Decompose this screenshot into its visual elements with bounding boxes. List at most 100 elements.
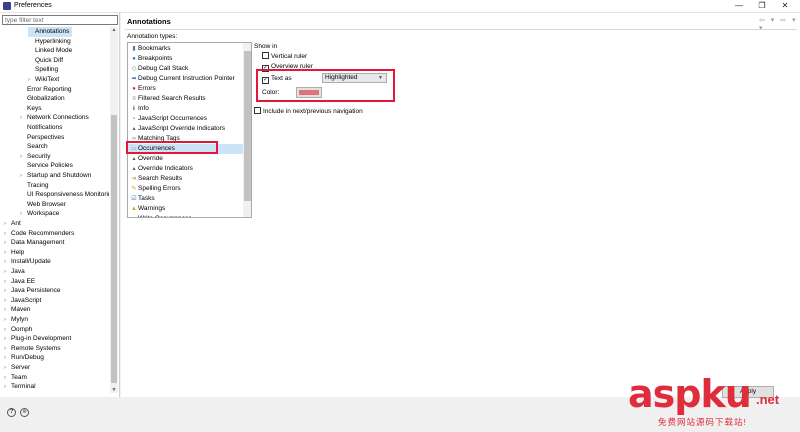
tree-item[interactable]: Hyperlinking: [28, 37, 71, 47]
tree-item[interactable]: Keys: [20, 104, 41, 114]
tree-item[interactable]: › Run/Debug: [4, 353, 44, 363]
tree-item[interactable]: › Data Management: [4, 238, 64, 248]
tree-item[interactable]: Error Reporting: [20, 85, 71, 95]
tree-item-label: Linked Mode: [35, 47, 73, 55]
tree-item[interactable]: › JavaScript: [4, 296, 41, 306]
vertical-ruler-checkbox[interactable]: [262, 52, 269, 59]
tree-item[interactable]: › Java EE: [4, 277, 35, 287]
annotation-type-item[interactable]: ▴ JavaScript Override Indicators: [128, 124, 243, 134]
annotation-type-label: Search Results: [138, 175, 183, 182]
tree-item[interactable]: › Help: [4, 248, 24, 258]
tree-item-label: Remote Systems: [11, 344, 61, 352]
tree-item-label: Team: [11, 373, 27, 381]
tree-item[interactable]: › Server: [4, 363, 30, 373]
include-navigation-checkbox[interactable]: [254, 107, 261, 114]
tree-item[interactable]: › Plug-in Development: [4, 334, 71, 344]
tree-vertical-scrollbar[interactable]: ▲ ▼: [110, 27, 118, 393]
tree-expand-icon[interactable]: ›: [20, 210, 27, 220]
tree-item-label: Perspectives: [27, 133, 65, 141]
tree-item-label: WikiText: [35, 76, 60, 83]
tree-item[interactable]: › Java Persistence: [4, 286, 61, 296]
annotation-type-label: Spelling Errors: [138, 185, 181, 192]
tree-item[interactable]: › Network Connections: [20, 113, 89, 123]
annotation-type-icon: ▴: [132, 126, 136, 132]
tree-item[interactable]: › Maven: [4, 305, 31, 315]
tree-item-label: Service Policies: [27, 162, 73, 170]
minimize-button[interactable]: —: [728, 0, 750, 13]
tree-item[interactable]: › Terminal: [4, 382, 36, 392]
scroll-up-icon[interactable]: ▲: [110, 27, 118, 33]
annotation-type-item[interactable]: ℹ Info: [128, 104, 243, 114]
annotation-type-item[interactable]: ▪Write Occurrences: [128, 214, 243, 217]
annotation-type-label: JavaScript Occurrences: [138, 115, 207, 122]
tree-item[interactable]: › Startup and Shutdown: [20, 171, 91, 181]
tree-item[interactable]: › Oomph: [4, 325, 32, 335]
scrollbar-thumb[interactable]: [111, 115, 117, 383]
annotation-type-item[interactable]: ◇ Debug Call Stack: [128, 64, 243, 74]
tree-item[interactable]: › Security: [20, 152, 50, 162]
annotation-type-item[interactable]: ▪ JavaScript Occurrences: [128, 114, 243, 124]
annotation-type-item[interactable]: ▮ Bookmarks: [128, 44, 243, 54]
tree-item[interactable]: › Team: [4, 373, 27, 383]
types-list-scrollbar[interactable]: [243, 43, 251, 217]
annotation-type-item[interactable]: ▴ Override Indicators: [128, 164, 243, 174]
tree-item[interactable]: Web Browser: [20, 200, 66, 210]
tree-item-label: Ant: [11, 220, 21, 227]
annotation-type-item[interactable]: ● Breakpoints: [128, 54, 243, 64]
tree-expand-icon[interactable]: ›: [4, 383, 11, 393]
annotation-type-item[interactable]: ➡Debug Current Instruction Pointer: [128, 74, 243, 84]
annotation-type-item[interactable]: ● Errors: [128, 84, 243, 94]
show-in-label: Show in: [254, 43, 278, 50]
tree-item[interactable]: Quick Diff: [28, 56, 63, 66]
annotation-types-list[interactable]: ▪Write Occurrences▲Warnings☑Tasks✎Spelli…: [127, 42, 252, 218]
annotation-type-icon: ≡: [132, 96, 136, 102]
scroll-down-icon[interactable]: ▼: [110, 387, 118, 393]
annotation-type-item[interactable]: ≡ Filtered Search Results: [128, 94, 243, 104]
annotation-type-item[interactable]: ▲Warnings: [128, 204, 243, 214]
annotation-type-item[interactable]: ☑Tasks: [128, 194, 243, 204]
tree-item[interactable]: › Install/Update: [4, 257, 51, 267]
watermark-logo: aspku: [628, 372, 752, 416]
annotation-type-label: Breakpoints: [138, 55, 173, 62]
window-title: Preferences: [14, 2, 52, 9]
annotation-type-label: Override Indicators: [138, 165, 193, 172]
tree-item[interactable]: › Ant: [4, 219, 21, 229]
tree-item[interactable]: UI Responsiveness Monitoring: [20, 190, 109, 200]
tree-item-label: Web Browser: [27, 200, 66, 208]
tree-item[interactable]: Search: [20, 142, 48, 152]
tree-item-label: Help: [11, 248, 25, 256]
annotation-type-label: Override: [138, 155, 163, 162]
annotation-type-item[interactable]: ✎Spelling Errors: [128, 184, 243, 194]
tree-item-label: Java: [11, 268, 25, 275]
tree-item[interactable]: › Mylyn: [4, 315, 28, 325]
tree-item[interactable]: Spelling: [28, 65, 58, 75]
types-scrollbar-thumb[interactable]: [244, 51, 251, 201]
tree-item[interactable]: Tracing: [20, 181, 48, 191]
include-navigation-option[interactable]: Include in next/previous navigation: [254, 107, 363, 116]
annotation-type-icon: ▮: [132, 46, 136, 52]
tree-item[interactable]: › WikiText: [28, 75, 59, 85]
annotation-type-icon: ◇: [131, 66, 137, 72]
tree-item[interactable]: Linked Mode: [28, 46, 72, 56]
annotation-type-icon: ✎: [131, 186, 137, 192]
close-button[interactable]: ✕: [774, 0, 796, 13]
tree-item[interactable]: › Workspace: [20, 209, 59, 219]
tree-item[interactable]: Globalization: [20, 94, 65, 104]
tree-item[interactable]: › Java: [4, 267, 25, 277]
filter-input[interactable]: [2, 15, 118, 25]
vertical-ruler-option[interactable]: Vertical ruler: [262, 52, 307, 61]
annotation-types-label: Annotation types:: [127, 33, 178, 40]
tree-item[interactable]: › Code Recommenders: [4, 229, 74, 239]
annotation-type-item[interactable]: ➔Search Results: [128, 174, 243, 184]
maximize-button[interactable]: ❐: [751, 0, 773, 13]
tree-item[interactable]: › Remote Systems: [4, 344, 61, 354]
tree-item-label: Java EE: [11, 277, 36, 285]
tree-item[interactable]: Notifications: [20, 123, 62, 133]
tree-item[interactable]: Annotations: [28, 27, 73, 37]
tree-item[interactable]: Perspectives: [20, 133, 64, 143]
annotation-type-icon: ☑: [131, 196, 137, 202]
help-icon[interactable]: ?: [7, 408, 16, 417]
annotation-type-item[interactable]: ▴ Override: [128, 154, 243, 164]
import-export-icon[interactable]: ⊜: [20, 408, 29, 417]
tree-item[interactable]: Service Policies: [20, 161, 73, 171]
